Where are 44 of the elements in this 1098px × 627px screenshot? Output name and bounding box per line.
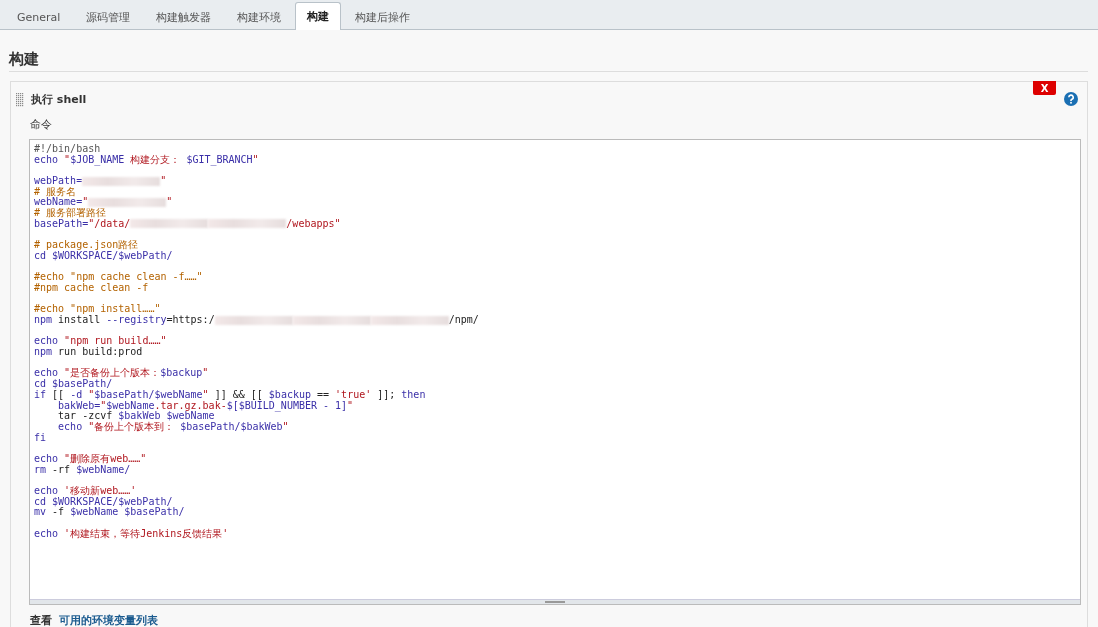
code-line: echo "备份上个版本到： $basePath/$bakWeb"	[57, 421, 290, 433]
code-line: npm run build:prod	[34, 347, 144, 358]
section-heading: 构建	[9, 50, 1088, 72]
footer-text: 查看	[30, 614, 52, 627]
code-line: #!/bin/bash	[34, 144, 102, 155]
code-line: mv -f $webName $basePath/	[34, 507, 186, 519]
tab[interactable]: 构建后操作	[343, 3, 423, 30]
code-line: echo '构建结束，等待Jenkins反馈结果'	[34, 528, 230, 540]
code-line: basePath="/data/ /webapps"	[34, 218, 342, 230]
code-line: cd $basePath/	[34, 379, 114, 390]
code-line: #echo "npm cache clean -f……"	[34, 272, 204, 283]
resize-handle[interactable]	[30, 599, 1080, 604]
code-line: echo "npm run build……"	[34, 336, 168, 348]
drag-handle-icon[interactable]	[16, 91, 24, 107]
step-title: 执行 shell	[31, 91, 87, 107]
code-line: fi	[34, 432, 48, 444]
code-line: npm install --registry=https:/ /npm/	[34, 315, 480, 326]
code-line: cd $WORKSPACE/$webPath/	[34, 496, 173, 508]
code-line: rm -rf $webName/	[34, 464, 132, 476]
code-line: echo "$JOB_NAME 构建分支： $GIT_BRANCH"	[34, 154, 260, 166]
code-line: #npm cache clean -f	[34, 282, 150, 294]
command-editor[interactable]	[29, 139, 1081, 605]
env-vars-link[interactable]: 可用的环境变量列表	[58, 614, 158, 627]
code-line: echo '移动新web……'	[34, 486, 138, 497]
code-line: # package.json路径	[34, 240, 139, 251]
code-line: cd $WORKSPACE/$webPath/	[34, 250, 174, 262]
code-line: # 服务部署路径	[34, 208, 108, 219]
code-line: if [[ -d "$basePath/$webName" ]] && [[ $backup == 'true' ]]; then	[34, 389, 427, 400]
tab[interactable]: 构建触发器	[144, 3, 224, 30]
field-label: 命令	[29, 117, 53, 132]
tab[interactable]: 构建环境	[225, 3, 294, 30]
tab[interactable]: 构建	[295, 2, 342, 30]
code-line: tar -zcvf $bakWeb $webName	[57, 411, 215, 422]
code-line: webPath= "	[34, 176, 168, 187]
code-line: bakWeb="$webName.tar.gz.bak-$[$BUILD_NUMBER - 1]"	[58, 400, 355, 412]
code-line: echo "是否备份上个版本：$backup"	[34, 368, 210, 379]
tab[interactable]: General	[5, 3, 73, 30]
code-line: echo "删除原有web……"	[34, 453, 148, 465]
code-line: #echo "npm install……"	[34, 304, 161, 315]
delete-button[interactable]: X	[1033, 81, 1056, 95]
tab[interactable]: 源码管理	[74, 3, 143, 30]
help-icon[interactable]	[1064, 92, 1078, 106]
code-line: webName=" "	[34, 197, 174, 208]
code-line: # 服务名	[34, 186, 77, 198]
